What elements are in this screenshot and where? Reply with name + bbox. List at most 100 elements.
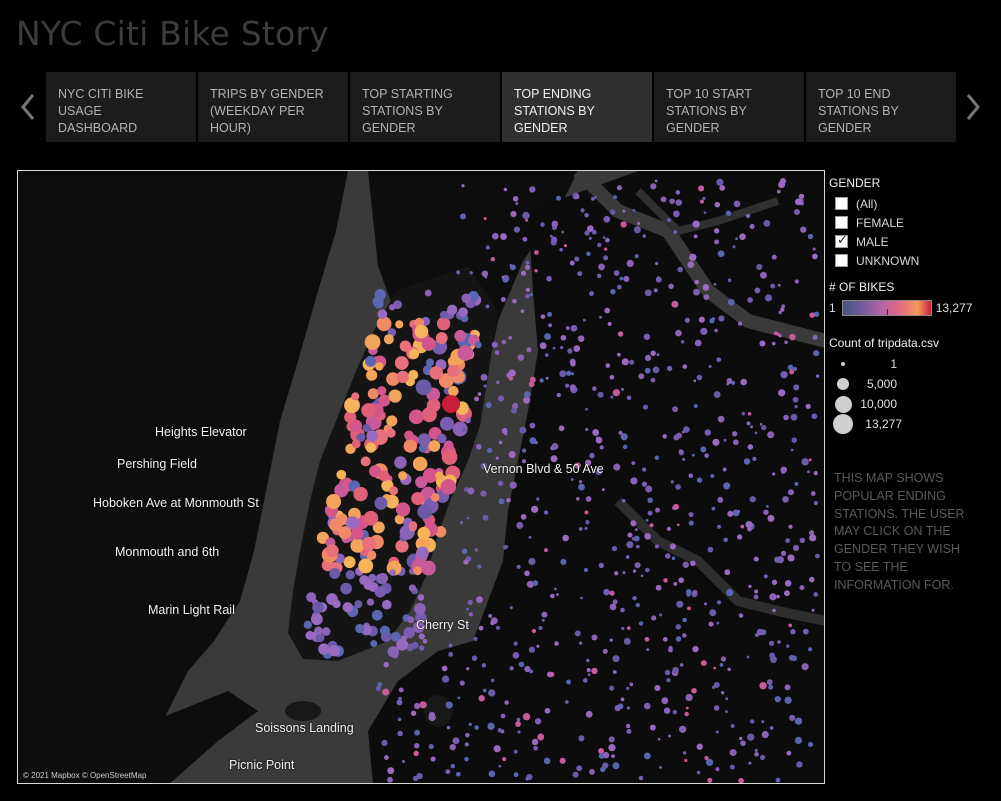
station-marker[interactable] <box>656 353 660 357</box>
station-marker[interactable] <box>621 387 625 391</box>
station-marker[interactable] <box>599 445 604 450</box>
station-marker[interactable] <box>603 588 610 596</box>
station-marker[interactable] <box>780 550 787 557</box>
station-marker[interactable] <box>616 185 623 191</box>
station-marker[interactable] <box>408 523 417 532</box>
station-marker[interactable] <box>680 340 685 344</box>
station-marker[interactable] <box>678 449 684 454</box>
station-marker[interactable] <box>689 253 697 261</box>
station-marker[interactable] <box>707 546 714 553</box>
station-marker[interactable] <box>665 553 671 559</box>
station-marker[interactable] <box>753 594 759 600</box>
station-marker[interactable] <box>520 514 527 520</box>
station-marker[interactable] <box>610 289 616 295</box>
station-marker[interactable] <box>746 655 750 659</box>
station-marker[interactable] <box>462 427 467 433</box>
station-marker[interactable] <box>813 350 820 357</box>
station-marker[interactable] <box>325 544 339 558</box>
station-marker[interactable] <box>574 194 580 200</box>
station-marker[interactable] <box>788 623 793 628</box>
station-marker[interactable] <box>752 456 757 461</box>
station-marker[interactable] <box>464 742 469 747</box>
station-marker[interactable] <box>584 212 589 218</box>
station-marker[interactable] <box>621 626 625 631</box>
gender-option-female[interactable]: FEMALE <box>829 213 994 232</box>
station-marker[interactable] <box>401 760 405 763</box>
station-marker[interactable] <box>659 766 662 769</box>
station-marker[interactable] <box>561 230 565 234</box>
station-marker[interactable] <box>336 469 347 480</box>
station-marker[interactable] <box>617 284 622 290</box>
station-marker[interactable] <box>691 453 695 457</box>
station-marker[interactable] <box>783 414 789 421</box>
station-marker[interactable] <box>712 438 720 446</box>
station-marker[interactable] <box>637 222 641 226</box>
station-marker[interactable] <box>620 221 627 228</box>
station-marker[interactable] <box>539 378 544 383</box>
station-marker[interactable] <box>407 616 415 624</box>
station-marker[interactable] <box>589 291 594 297</box>
station-marker[interactable] <box>398 471 408 480</box>
station-marker[interactable] <box>754 287 761 294</box>
station-marker[interactable] <box>725 697 729 701</box>
station-marker[interactable] <box>811 608 815 612</box>
station-marker[interactable] <box>528 557 536 566</box>
station-marker[interactable] <box>634 562 641 569</box>
station-marker[interactable] <box>614 571 619 576</box>
station-marker[interactable] <box>626 686 630 691</box>
station-marker[interactable] <box>771 341 776 346</box>
station-marker[interactable] <box>770 283 776 289</box>
station-marker[interactable] <box>375 686 381 692</box>
station-marker[interactable] <box>395 539 409 553</box>
station-marker[interactable] <box>671 300 679 308</box>
station-marker[interactable] <box>559 757 566 764</box>
station-marker[interactable] <box>647 497 653 503</box>
station-marker[interactable] <box>506 372 512 379</box>
station-marker[interactable] <box>775 777 781 783</box>
station-marker[interactable] <box>544 548 548 553</box>
station-marker[interactable] <box>747 733 755 741</box>
station-marker[interactable] <box>394 356 409 370</box>
station-marker[interactable] <box>662 434 667 439</box>
station-marker[interactable] <box>448 385 459 397</box>
station-marker[interactable] <box>723 537 728 543</box>
station-marker[interactable] <box>509 264 516 271</box>
station-marker[interactable] <box>574 630 581 637</box>
station-marker[interactable] <box>495 625 500 630</box>
station-marker[interactable] <box>766 679 773 686</box>
station-marker[interactable] <box>558 425 565 432</box>
station-marker[interactable] <box>666 526 671 531</box>
station-marker[interactable] <box>554 587 557 591</box>
station-marker[interactable] <box>684 711 689 717</box>
station-marker[interactable] <box>808 647 813 652</box>
station-marker[interactable] <box>396 370 409 384</box>
station-marker[interactable] <box>409 409 424 425</box>
station-marker[interactable] <box>422 638 428 644</box>
station-marker[interactable] <box>672 210 680 218</box>
station-marker[interactable] <box>408 584 416 592</box>
station-marker[interactable] <box>599 315 602 319</box>
station-marker[interactable] <box>807 741 814 748</box>
station-marker[interactable] <box>411 492 425 506</box>
station-marker[interactable] <box>711 506 716 511</box>
station-marker[interactable] <box>679 725 687 733</box>
station-marker[interactable] <box>573 345 581 352</box>
station-marker[interactable] <box>466 607 469 611</box>
station-marker[interactable] <box>412 456 428 472</box>
station-marker[interactable] <box>607 321 612 327</box>
station-marker[interactable] <box>565 383 570 388</box>
station-marker[interactable] <box>500 297 506 303</box>
station-marker[interactable] <box>510 210 517 218</box>
station-marker[interactable] <box>642 234 647 238</box>
station-marker[interactable] <box>649 724 656 731</box>
station-marker[interactable] <box>761 730 769 739</box>
station-marker[interactable] <box>688 512 694 518</box>
station-marker[interactable] <box>673 581 678 586</box>
station-marker[interactable] <box>602 762 609 769</box>
station-marker[interactable] <box>521 448 527 453</box>
station-marker[interactable] <box>512 298 517 304</box>
checkbox[interactable] <box>835 254 848 267</box>
station-marker[interactable] <box>801 663 809 671</box>
station-marker[interactable] <box>374 586 386 598</box>
station-marker[interactable] <box>644 367 651 374</box>
